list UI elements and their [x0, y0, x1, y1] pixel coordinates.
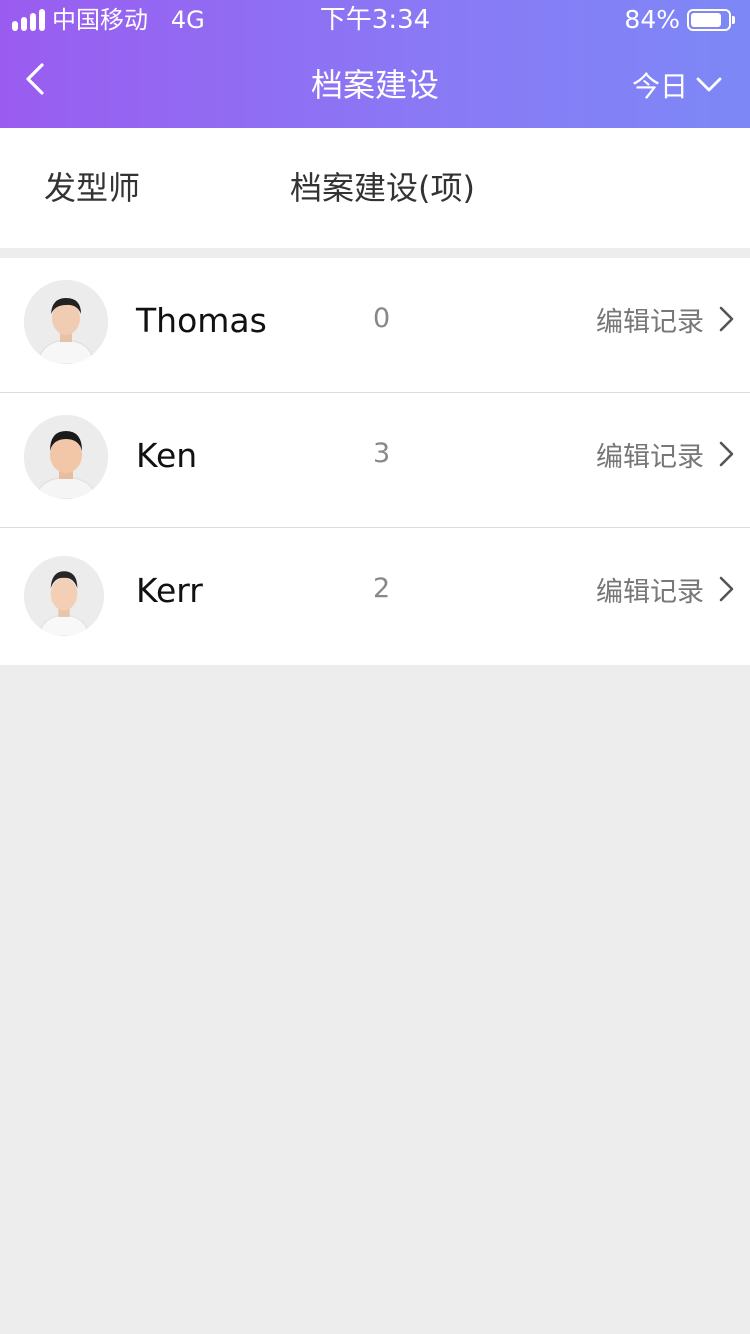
edit-record-link[interactable]: 编辑记录: [596, 258, 734, 380]
archive-count: 2: [373, 573, 391, 604]
avatar: [24, 280, 108, 364]
column-header: 发型师 档案建设(项): [0, 128, 750, 248]
avatar: [24, 415, 108, 499]
column-archive-count: 档案建设(项): [290, 169, 475, 207]
archive-count: 3: [373, 438, 391, 469]
avatar: [24, 556, 104, 636]
app-header: 中国移动 4G 下午3:34 84% 档案建设 今日: [0, 0, 750, 128]
list-item[interactable]: Kerr 2 编辑记录: [0, 528, 750, 665]
list-item[interactable]: Thomas 0 编辑记录: [0, 258, 750, 393]
stylist-name: Thomas: [136, 301, 267, 340]
back-button[interactable]: [10, 54, 60, 104]
edit-record-link[interactable]: 编辑记录: [596, 393, 734, 515]
chevron-right-icon: [718, 306, 734, 332]
stylist-name: Kerr: [136, 571, 203, 610]
edit-record-label: 编辑记录: [596, 441, 704, 473]
list-item[interactable]: Ken 3 编辑记录: [0, 393, 750, 528]
battery-level: [691, 13, 721, 27]
edit-record-link[interactable]: 编辑记录: [596, 528, 734, 650]
date-filter-dropdown[interactable]: 今日: [632, 62, 722, 108]
chevron-right-icon: [718, 441, 734, 467]
edit-record-label: 编辑记录: [596, 576, 704, 608]
nav-bar: 档案建设 今日: [0, 40, 750, 128]
chevron-left-icon: [24, 62, 46, 96]
status-bar: 中国移动 4G 下午3:34 84%: [0, 0, 750, 40]
edit-record-label: 编辑记录: [596, 306, 704, 338]
stylist-list: Thomas 0 编辑记录 Ken 3 编辑记录 Kerr 2 编辑记录: [0, 258, 750, 665]
chevron-down-icon: [696, 77, 722, 93]
stylist-name: Ken: [136, 436, 198, 475]
battery-percent: 84%: [624, 5, 680, 34]
column-stylist: 发型师: [44, 169, 141, 207]
date-filter-label: 今日: [631, 70, 688, 103]
battery-icon: [687, 9, 735, 31]
chevron-right-icon: [718, 576, 734, 602]
archive-count: 0: [373, 303, 391, 334]
